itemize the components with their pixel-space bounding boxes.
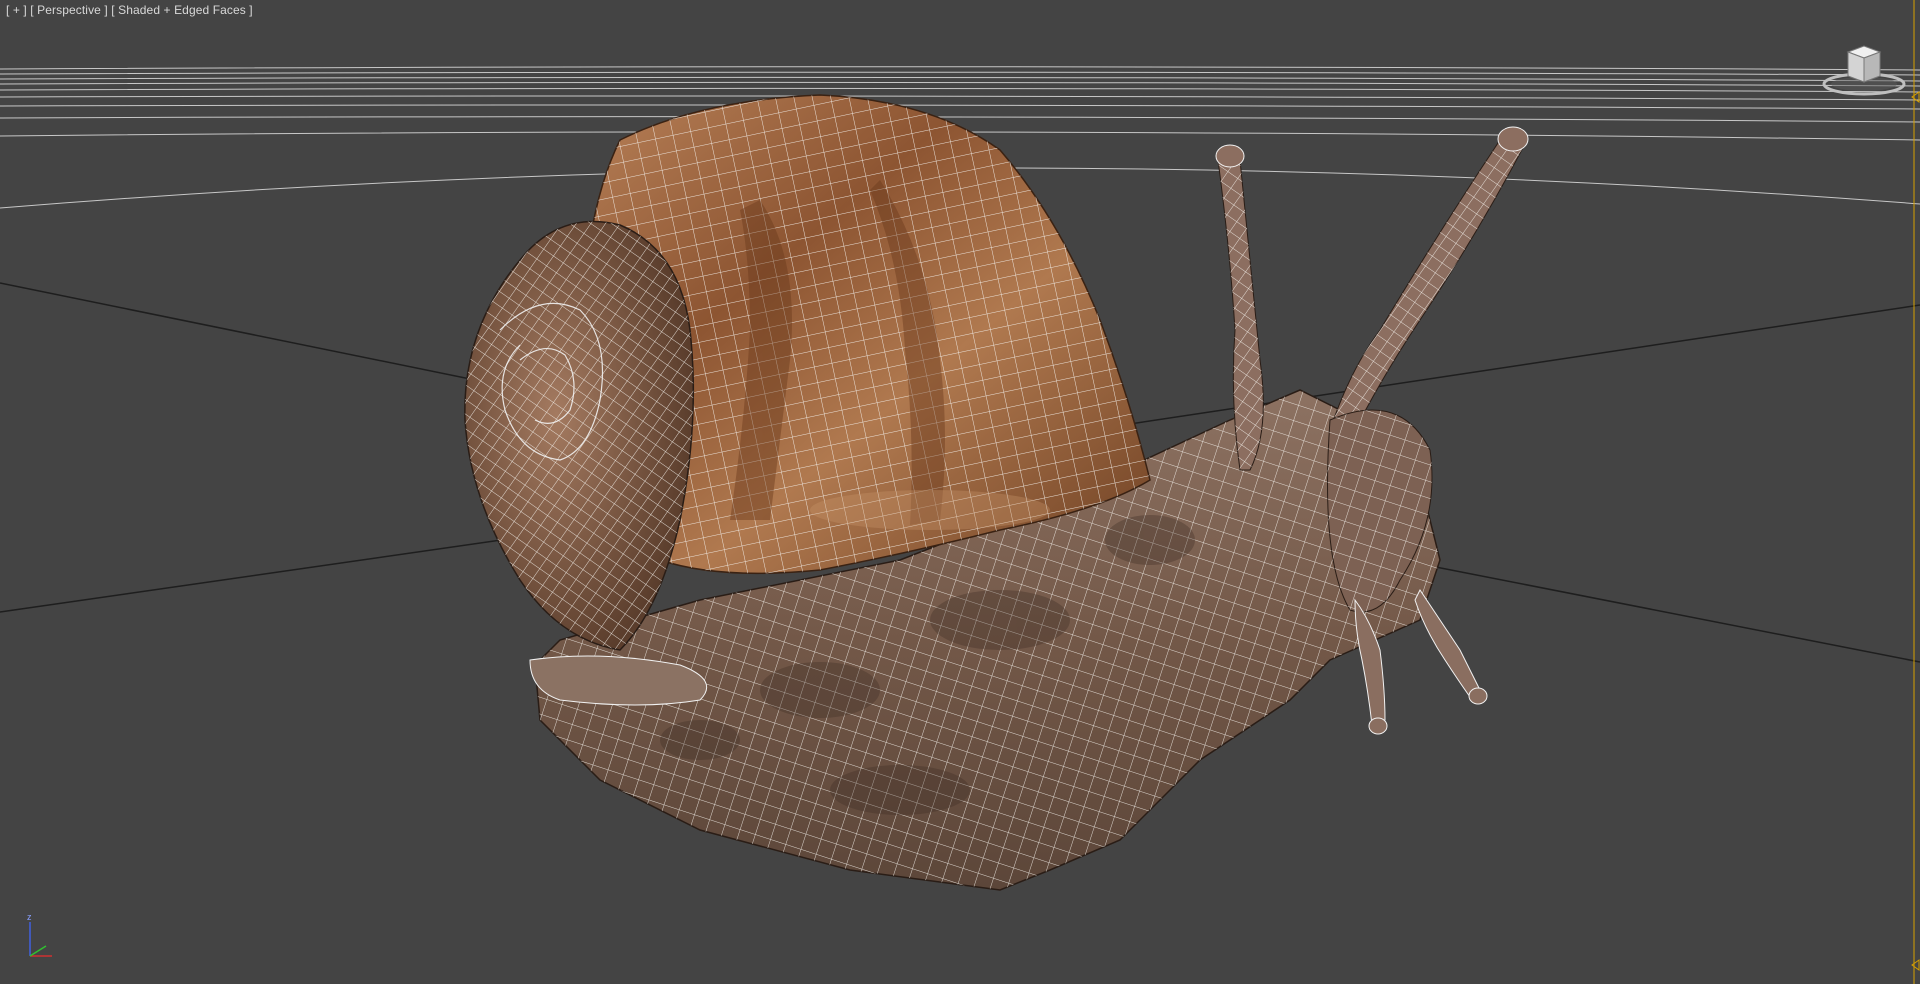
- viewport-shading-label[interactable]: [ Shaded + Edged Faces ]: [111, 3, 253, 17]
- viewport-labels: [ + ] [ Perspective ] [ Shaded + Edged F…: [6, 3, 253, 17]
- axis-tripod-icon: z: [27, 912, 52, 957]
- viewport-menu-label[interactable]: [ + ]: [6, 3, 27, 17]
- scene-canvas[interactable]: [0, 0, 1920, 984]
- track-marker-top-icon: [1911, 91, 1920, 103]
- axis-z-label: z: [27, 912, 32, 922]
- viewcube-icon[interactable]: [1822, 42, 1906, 98]
- viewport-view-label[interactable]: [ Perspective ]: [30, 3, 108, 17]
- track-marker-bottom-icon: [1911, 959, 1920, 971]
- viewport-perspective[interactable]: [ + ] [ Perspective ] [ Shaded + Edged F…: [0, 0, 1920, 984]
- time-track-bar[interactable]: [1910, 0, 1920, 984]
